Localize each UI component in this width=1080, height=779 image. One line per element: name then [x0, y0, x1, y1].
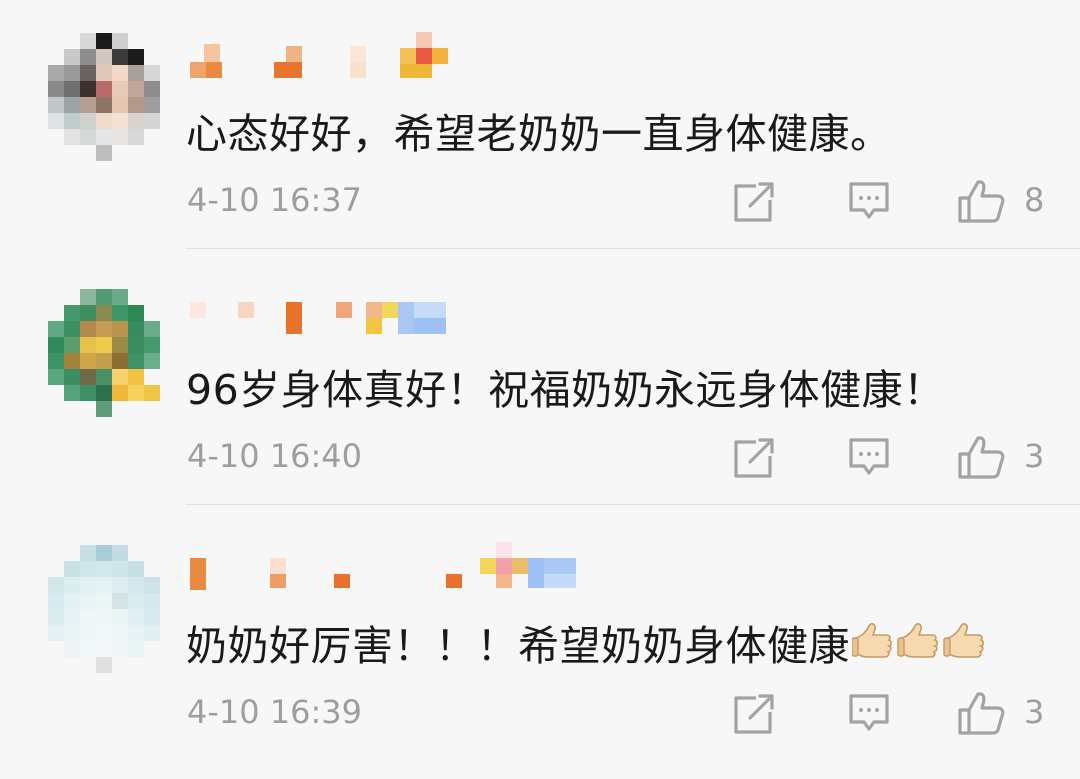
comment-item: 奶奶好厉害！！！希望奶奶身体健康 4-10 16:39 3: [0, 512, 1080, 768]
thumbs-up-emoji-icon: [851, 620, 988, 674]
share-icon: [734, 182, 774, 222]
like-count: 8: [1024, 181, 1045, 219]
nickname[interactable]: [190, 542, 576, 594]
nickname[interactable]: [190, 30, 470, 82]
comment-reply-button[interactable]: [848, 178, 890, 224]
comment-item: 96岁身体真好！祝福奶奶永远身体健康！ 4-10 16:40 3: [0, 256, 1080, 512]
comment-item: 心态好好，希望老奶奶一直身体健康。 4-10 16:37 8: [0, 0, 1080, 256]
comment-reply-button[interactable]: [848, 690, 890, 736]
like-button[interactable]: 8: [958, 178, 1048, 224]
divider: [186, 504, 1080, 505]
share-button[interactable]: [732, 690, 776, 736]
divider: [186, 248, 1080, 249]
comment-text: 奶奶好厉害！！！希望奶奶身体健康: [186, 612, 988, 674]
like-count: 3: [1024, 693, 1045, 731]
nickname[interactable]: [190, 286, 470, 338]
share-button[interactable]: [732, 434, 776, 480]
like-button[interactable]: 3: [958, 434, 1048, 480]
comment-icon: [849, 694, 889, 731]
avatar[interactable]: [48, 289, 160, 417]
like-button[interactable]: 3: [958, 690, 1048, 736]
comment-reply-button[interactable]: [848, 434, 890, 480]
thumbs-up-icon: [958, 180, 1005, 223]
like-count: 3: [1024, 437, 1045, 475]
comment-text-content: 心态好好，希望老奶奶一直身体健康。: [186, 110, 892, 158]
comment-time: 4-10 16:40: [187, 437, 363, 475]
avatar[interactable]: [48, 545, 160, 673]
comment-time: 4-10 16:39: [187, 693, 363, 731]
comment-text: 心态好好，希望老奶奶一直身体健康。: [186, 100, 892, 160]
comment-icon: [849, 438, 889, 475]
comment-text-content: 96岁身体真好！祝福奶奶永远身体健康！: [186, 366, 945, 414]
thumbs-up-icon: [958, 436, 1005, 479]
share-icon: [734, 438, 774, 478]
comment-text-content: 奶奶好厉害！！！希望奶奶身体健康: [186, 622, 850, 670]
share-icon: [734, 694, 774, 734]
share-button[interactable]: [732, 178, 776, 224]
avatar[interactable]: [48, 33, 160, 161]
comment-text: 96岁身体真好！祝福奶奶永远身体健康！: [186, 356, 945, 416]
comment-icon: [849, 182, 889, 219]
comment-time: 4-10 16:37: [187, 181, 363, 219]
thumbs-up-icon: [958, 692, 1005, 735]
